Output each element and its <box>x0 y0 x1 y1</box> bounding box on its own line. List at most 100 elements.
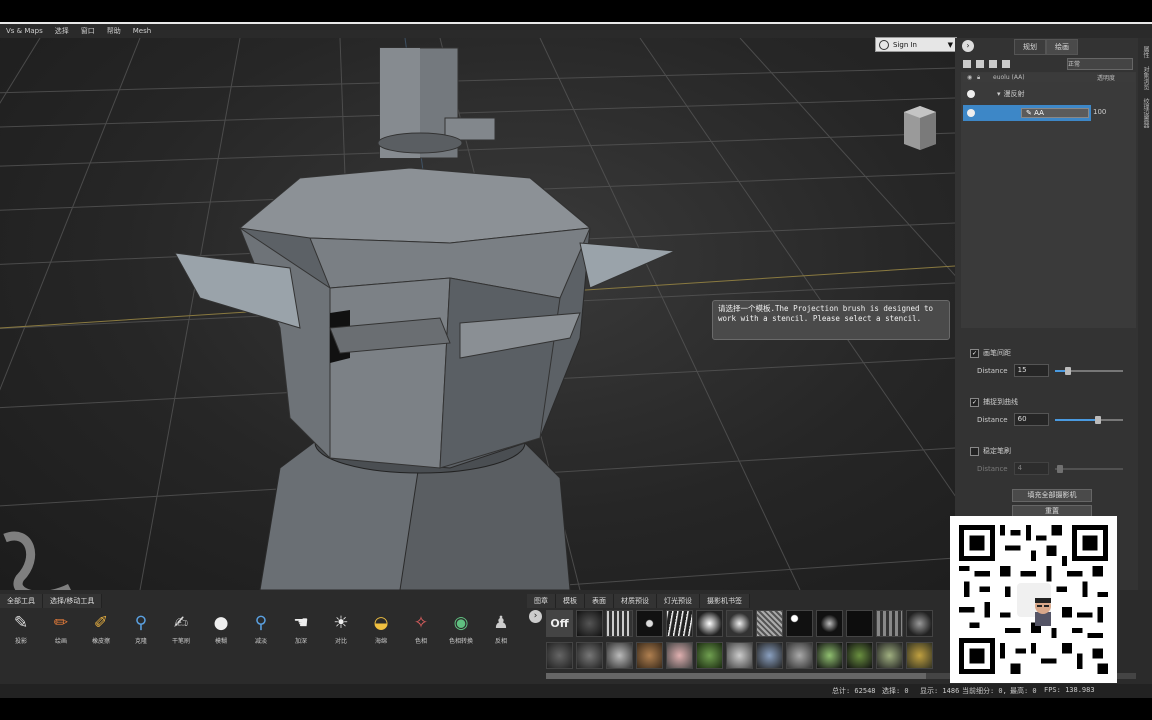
snap-distance-row: Distance 60 <box>977 413 1123 426</box>
layers-icon[interactable] <box>963 60 971 68</box>
stamp-thumb[interactable] <box>816 642 843 669</box>
spacing-distance-slider[interactable] <box>1054 366 1123 375</box>
tool-sponge[interactable]: ◒ 海绵 <box>364 612 398 652</box>
layer-aa[interactable]: ✎ AA <box>963 105 1091 121</box>
stamp-thumb[interactable] <box>666 642 693 669</box>
vertical-tab-strip: 属性 对象浏览 纹理设置器 <box>1138 38 1152 590</box>
brush-spacing-label: 画笔间距 <box>983 349 1011 357</box>
stamp-thumb[interactable] <box>846 642 873 669</box>
stamp-thumb[interactable] <box>546 642 573 669</box>
lazy-distance-input[interactable]: 4 <box>1013 462 1049 475</box>
tool-burn[interactable]: ☚ 加深 <box>284 612 318 652</box>
stamp-thumb[interactable] <box>786 642 813 669</box>
chevron-down-icon[interactable]: ▾ <box>997 90 1001 98</box>
dry-brush-icon: ✍ <box>173 613 189 633</box>
tool-contrast[interactable]: ☀ 对比 <box>324 612 358 652</box>
tab-paint[interactable]: 绘画 <box>1046 39 1078 55</box>
snap-distance-slider[interactable] <box>1054 415 1123 424</box>
new-layer-icon[interactable] <box>1002 60 1010 68</box>
tab-material-presets[interactable]: 材质预设 <box>614 594 657 608</box>
fill-all-cameras-button[interactable]: 填充全部摄影机 <box>1012 489 1092 502</box>
tab-stamps[interactable]: 图章 <box>527 594 556 608</box>
tool-eraser[interactable]: ✐ 橡皮擦 <box>84 612 118 652</box>
snap-to-curve-toggle[interactable]: ✓ 捕捉到曲线 <box>970 397 1018 407</box>
stamp-thumb[interactable] <box>636 642 663 669</box>
lazy-distance-slider[interactable] <box>1054 464 1123 473</box>
visibility-icon[interactable] <box>967 109 975 117</box>
stencil-thumb[interactable] <box>816 610 843 637</box>
vtab-properties[interactable]: 属性 <box>1141 46 1150 58</box>
check-icon[interactable]: ✓ <box>970 348 979 358</box>
stencil-off-button[interactable]: Off <box>546 610 573 637</box>
tool-blur[interactable]: ● 模糊 <box>204 612 238 652</box>
view-cube[interactable] <box>900 104 940 154</box>
stamp-thumb[interactable] <box>696 642 723 669</box>
tool-dry-brush[interactable]: ✍ 干笔刷 <box>164 612 198 652</box>
layer-group-name: 漫反射 <box>1003 90 1025 98</box>
vtab-texture-setup[interactable]: 纹理设置器 <box>1141 98 1150 128</box>
layer-opacity-value[interactable]: 100 <box>1093 108 1106 116</box>
tool-color-swap[interactable]: ◉ 色相转换 <box>444 612 478 652</box>
stencil-thumb[interactable] <box>666 610 693 637</box>
stamp-thumb[interactable] <box>906 642 933 669</box>
stencil-thumb[interactable] <box>846 610 873 637</box>
tab-light-presets[interactable]: 灯光预设 <box>657 594 700 608</box>
layer-group-diffuse[interactable]: ▾ 漫反射 <box>963 86 1091 102</box>
stencil-thumb[interactable] <box>636 610 663 637</box>
tab-all-tools[interactable]: 全部工具 <box>0 594 43 608</box>
chevron-right-icon[interactable]: › <box>529 610 542 623</box>
tool-clone[interactable]: ⚲ 克隆 <box>124 612 158 652</box>
menu-help[interactable]: 帮助 <box>101 26 127 36</box>
blend-mode-select[interactable]: 正常 <box>1067 58 1133 70</box>
tool-projection[interactable]: ✎ 投影 <box>4 612 38 652</box>
visibility-icon[interactable] <box>967 90 975 98</box>
tool-hue[interactable]: ✧ 色相 <box>404 612 438 652</box>
tab-camera-bookmarks[interactable]: 摄影机书签 <box>700 594 750 608</box>
brush-icon: ✎ <box>1026 109 1035 117</box>
snap-distance-input[interactable]: 60 <box>1013 413 1049 426</box>
projection-brush-icon: ✎ <box>13 613 29 633</box>
stamp-thumb[interactable] <box>606 642 633 669</box>
burn-icon: ☚ <box>293 613 309 633</box>
stencil-thumb[interactable] <box>786 610 813 637</box>
tool-reflection[interactable]: ♟ 反相 <box>484 612 518 652</box>
lazy-brush-toggle[interactable]: 稳定笔刷 <box>970 446 1011 456</box>
stencil-thumb[interactable] <box>696 610 723 637</box>
stamp-thumb[interactable] <box>726 642 753 669</box>
tab-layers[interactable]: 规划 <box>1014 39 1046 55</box>
sign-in-button[interactable]: Sign In ▼ <box>875 37 957 52</box>
layer-list-header: ◉ 🔒︎ euolu (AA) 透明度 <box>963 73 1135 82</box>
scrollbar-thumb[interactable] <box>546 673 926 679</box>
checkbox-icon[interactable] <box>970 446 979 456</box>
stamp-thumb[interactable] <box>876 642 903 669</box>
stencil-thumb[interactable] <box>606 610 633 637</box>
robot-model <box>174 47 676 590</box>
stamp-thumb[interactable] <box>756 642 783 669</box>
stencil-thumb[interactable] <box>576 610 603 637</box>
stencil-thumb[interactable] <box>906 610 933 637</box>
stamp-thumb[interactable] <box>576 642 603 669</box>
tab-surfaces[interactable]: 表面 <box>585 594 614 608</box>
layer-name-field[interactable]: ✎ AA <box>1021 108 1089 118</box>
tab-select-move-tools[interactable]: 选择/移动工具 <box>43 594 103 608</box>
vtab-object-browser[interactable]: 对象浏览 <box>1141 66 1150 90</box>
tool-dodge[interactable]: ⚲ 减淡 <box>244 612 278 652</box>
stencil-thumb[interactable] <box>876 610 903 637</box>
folder-icon[interactable] <box>989 60 997 68</box>
stencil-thumb[interactable] <box>756 610 783 637</box>
tab-stencils[interactable]: 模板 <box>556 594 585 608</box>
avatar <box>1017 583 1051 626</box>
lock-icon: 🔒︎ <box>977 73 981 81</box>
camera-icon[interactable] <box>976 60 984 68</box>
menu-window[interactable]: 窗口 <box>75 26 101 36</box>
status-display: 显示: 1486 <box>920 687 960 695</box>
spacing-distance-input[interactable]: 15 <box>1013 364 1049 377</box>
brush-spacing-toggle[interactable]: ✓ 画笔间距 <box>970 348 1011 358</box>
chevron-right-icon[interactable]: › <box>962 40 974 52</box>
check-icon[interactable]: ✓ <box>970 397 979 407</box>
stencil-thumb[interactable] <box>726 610 753 637</box>
menu-select[interactable]: 选择 <box>49 26 75 36</box>
tool-paint[interactable]: ✏ 绘画 <box>44 612 78 652</box>
menu-mesh[interactable]: Mesh <box>127 27 157 35</box>
menu-uvs-maps[interactable]: Vs & Maps <box>0 27 49 35</box>
